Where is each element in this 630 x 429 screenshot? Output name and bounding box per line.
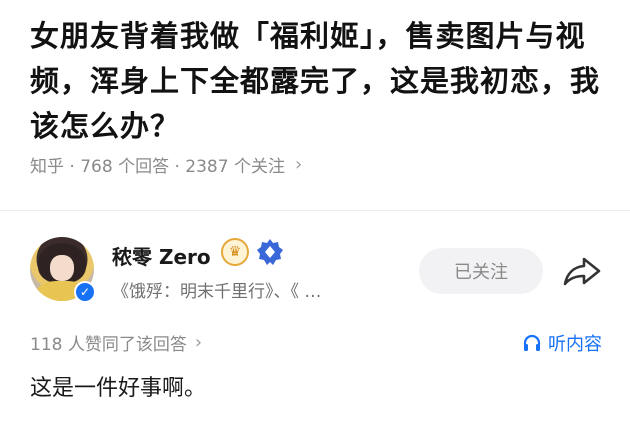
author-row: ✓ 秾零 Zero ♛ 《饿殍：明末千里行》、《 … 已关注 (30, 237, 605, 307)
question-meta[interactable]: 知乎 · 768 个回答 · 2387 个关注 › (30, 152, 302, 177)
verified-badge-icon: ✓ (74, 281, 96, 303)
listen-label: 听内容 (548, 334, 602, 355)
diamond-badge-icon[interactable] (256, 238, 284, 266)
voters-link[interactable]: 118 人赞同了该回答 › (30, 330, 202, 355)
answer-body: 这是一件好事啊。 (30, 376, 207, 401)
chevron-right-icon: › (194, 332, 203, 353)
question-title[interactable]: 女朋友背着我做「福利姬」，售卖图片与视频，浑身上下全都露完了，这是我初恋，我该怎… (30, 14, 605, 149)
vote-count-text: 118 人赞同了该回答 (30, 335, 187, 355)
headphones-icon (523, 334, 541, 351)
avatar-face (50, 255, 74, 281)
divider (0, 210, 630, 211)
vote-row: 118 人赞同了该回答 › 听内容 (30, 330, 605, 356)
author-name[interactable]: 秾零 Zero (112, 241, 211, 270)
question-header: 女朋友背着我做「福利姬」，售卖图片与视频，浑身上下全都露完了，这是我初恋，我该怎… (30, 14, 605, 149)
chevron-right-icon: › (294, 154, 303, 175)
listen-button[interactable]: 听内容 (522, 330, 602, 356)
share-icon[interactable] (562, 255, 602, 287)
question-meta-text: 知乎 · 768 个回答 · 2387 个关注 (30, 157, 285, 177)
follow-button[interactable]: 已关注 (419, 248, 543, 294)
author-description: 《饿殍：明末千里行》、《 … (112, 282, 322, 302)
crown-badge-icon[interactable]: ♛ (221, 238, 249, 266)
